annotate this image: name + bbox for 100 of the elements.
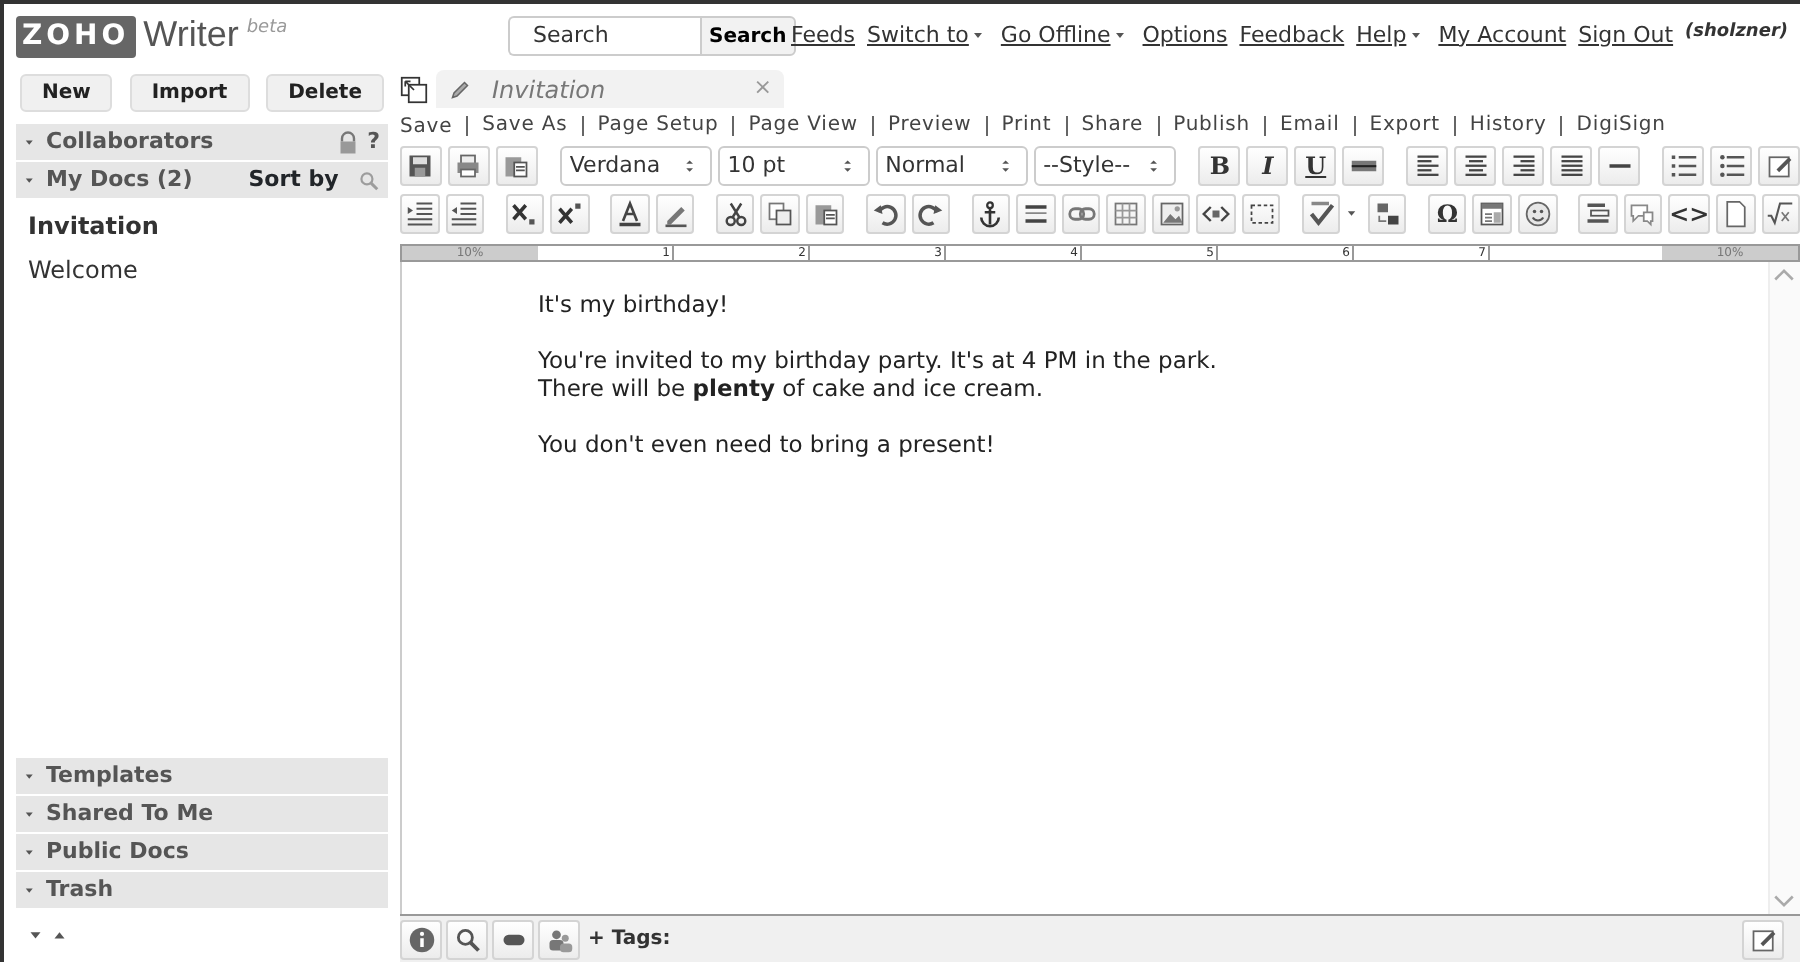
top-link[interactable]: Options xyxy=(1142,19,1228,53)
menu-item[interactable]: DigiSign xyxy=(1560,116,1666,136)
tag-button[interactable] xyxy=(492,919,534,959)
indent-button[interactable] xyxy=(400,194,440,234)
page-button[interactable] xyxy=(1716,194,1756,234)
menu-item[interactable]: Page View xyxy=(732,116,858,136)
insert-button[interactable]: <> xyxy=(1668,194,1711,234)
info-button[interactable] xyxy=(400,919,442,959)
edit-button[interactable] xyxy=(1758,146,1800,186)
redo-button[interactable] xyxy=(911,194,951,234)
tags-link[interactable]: + Tags: xyxy=(588,924,671,954)
note-button[interactable] xyxy=(1742,919,1784,959)
document-item[interactable]: Welcome xyxy=(16,248,388,292)
justify-button[interactable] xyxy=(1550,146,1593,186)
section-header[interactable]: Shared To Me xyxy=(16,796,388,834)
sidebar-button[interactable]: Delete xyxy=(266,74,384,112)
top-link[interactable]: Switch to xyxy=(867,19,989,53)
dropdown[interactable]: Normal xyxy=(875,146,1028,186)
paste-button[interactable] xyxy=(805,194,845,234)
format-button[interactable]: B xyxy=(1198,146,1241,186)
section-title: My Docs (2) xyxy=(46,163,193,196)
formula-button[interactable] xyxy=(1761,194,1800,234)
embed-button[interactable] xyxy=(1196,194,1236,234)
paragraph: It's my birthday! xyxy=(538,290,731,318)
subscript-button[interactable] xyxy=(505,194,545,234)
sidebar-button[interactable]: Import xyxy=(129,74,250,112)
spellcheck-icon xyxy=(1307,200,1336,228)
menu-item[interactable]: Email xyxy=(1264,116,1340,136)
save-button[interactable] xyxy=(400,146,442,186)
menu-item[interactable]: Save xyxy=(400,111,453,141)
document-tab[interactable]: Invitation × xyxy=(436,70,784,108)
section-header[interactable]: Templates xyxy=(16,758,388,796)
format-button[interactable]: I xyxy=(1246,146,1289,186)
top-link[interactable]: Feedback xyxy=(1239,19,1345,53)
section-header[interactable]: My Docs (2) Sort by xyxy=(16,162,388,200)
section-header[interactable]: Trash xyxy=(16,872,388,910)
sidebar-button[interactable]: New xyxy=(20,74,113,112)
share-button[interactable] xyxy=(538,919,580,959)
top-link[interactable]: Sign Out xyxy=(1578,19,1674,53)
align-left-button[interactable] xyxy=(1406,146,1449,186)
spellcheck-button[interactable] xyxy=(1301,194,1341,234)
copy-icon xyxy=(766,200,795,228)
template-button[interactable] xyxy=(1472,194,1512,234)
image-icon xyxy=(1157,200,1186,228)
strikethrough-button[interactable] xyxy=(1342,146,1385,186)
top-link[interactable]: Help xyxy=(1356,19,1427,53)
paragraph: You're invited to my birthday party. It's at 4 PM in the park. There will be plenty of cake and ice cream. xyxy=(538,346,1219,402)
paste-icon xyxy=(502,152,531,180)
menu-item[interactable]: History xyxy=(1453,116,1547,136)
menu-item[interactable]: Export xyxy=(1353,116,1440,136)
section-header[interactable]: Public Docs xyxy=(16,834,388,872)
cut-button[interactable] xyxy=(715,194,755,234)
table-icon xyxy=(1112,200,1141,228)
menu-item[interactable]: Page Setup xyxy=(581,116,719,136)
outdent-button[interactable] xyxy=(445,194,485,234)
page-break-button[interactable] xyxy=(1016,194,1056,234)
numbered-list-button[interactable] xyxy=(1662,146,1705,186)
superscript-button[interactable] xyxy=(550,194,590,234)
highlight-button[interactable] xyxy=(655,194,695,234)
insert-button[interactable]: Ω xyxy=(1427,194,1467,234)
menu-item[interactable]: Publish xyxy=(1157,116,1251,136)
info-icon xyxy=(407,925,435,953)
section-header[interactable]: Collaborators ? xyxy=(16,124,388,162)
horizontal-line-button[interactable] xyxy=(1598,146,1641,186)
top-link[interactable]: My Account xyxy=(1438,19,1567,53)
undo-button[interactable] xyxy=(866,194,906,234)
frame-button[interactable] xyxy=(1241,194,1281,234)
smiley-icon xyxy=(1523,200,1552,228)
find-replace-button[interactable] xyxy=(1367,194,1407,234)
copy-button[interactable] xyxy=(760,194,800,234)
dropdown[interactable]: --Style-- xyxy=(1033,146,1177,186)
caret-icon xyxy=(24,173,38,187)
smiley-button[interactable] xyxy=(1517,194,1557,234)
dropdown[interactable]: Verdana xyxy=(559,146,712,186)
help-link[interactable]: ? xyxy=(367,125,380,159)
justify-icon xyxy=(1557,152,1586,180)
anchor-button[interactable] xyxy=(971,194,1011,234)
paste-button[interactable] xyxy=(495,146,538,186)
top-link[interactable]: Go Offline xyxy=(1000,19,1131,53)
menu-item[interactable]: Share xyxy=(1065,116,1144,136)
menu-item[interactable]: Print xyxy=(985,116,1052,136)
table-button[interactable] xyxy=(1106,194,1146,234)
sort-link[interactable]: Sort by xyxy=(248,163,339,197)
search-field[interactable]: Search xyxy=(507,16,700,56)
bullet-list-button[interactable] xyxy=(1710,146,1753,186)
print-button[interactable] xyxy=(447,146,490,186)
format-button[interactable]: U xyxy=(1294,146,1337,186)
menu-item[interactable]: Preview xyxy=(871,116,972,136)
dropdown[interactable]: 10 pt xyxy=(717,146,870,186)
top-link[interactable]: Feeds xyxy=(791,19,855,53)
align-center-button[interactable] xyxy=(1454,146,1497,186)
align-right-button[interactable] xyxy=(1502,146,1545,186)
menu-item[interactable]: Save As xyxy=(466,116,568,136)
image-button[interactable] xyxy=(1151,194,1191,234)
contents-button[interactable] xyxy=(1578,194,1618,234)
document-item[interactable]: Invitation xyxy=(16,204,388,248)
link-button[interactable] xyxy=(1061,194,1101,234)
search-button[interactable] xyxy=(446,919,488,959)
frame-icon xyxy=(1247,200,1276,228)
font-color-button[interactable] xyxy=(610,194,650,234)
